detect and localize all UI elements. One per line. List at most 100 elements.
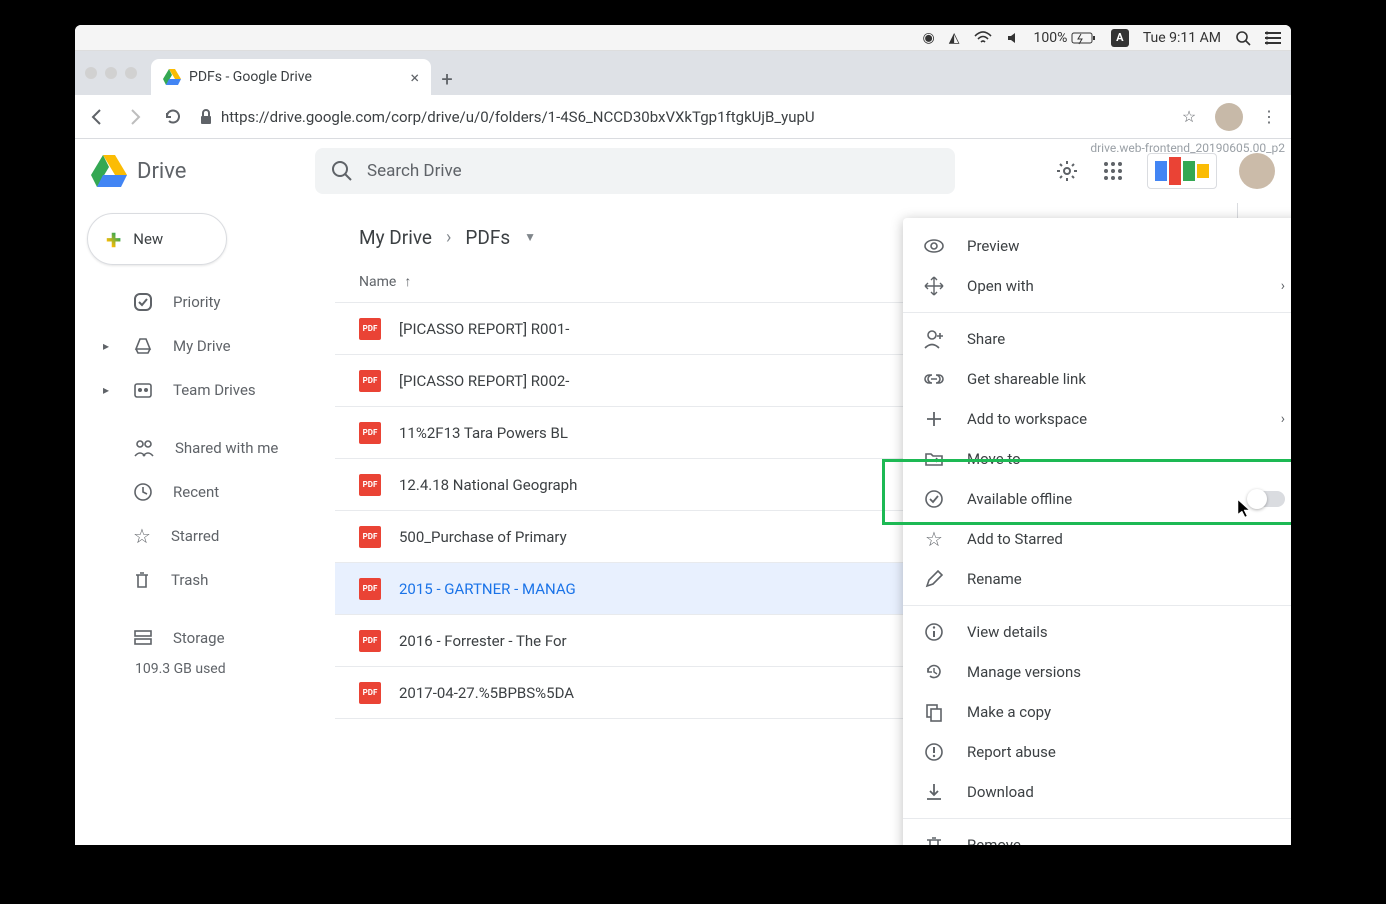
ctx-open-with[interactable]: Open with› xyxy=(903,266,1291,306)
plus-icon xyxy=(923,408,945,430)
storage-used-label: 109.3 GB used xyxy=(87,661,327,677)
person-plus-icon xyxy=(923,328,945,350)
ctx-add-to-workspace[interactable]: Add to workspace› xyxy=(903,399,1291,439)
pdf-icon: PDF xyxy=(359,318,381,340)
build-version-label: drive.web-frontend_20190605.00_p2 xyxy=(1090,141,1285,155)
folder-arrow-icon xyxy=(923,448,945,470)
browser-tab[interactable]: PDFs - Google Drive × xyxy=(151,59,431,95)
priority-icon xyxy=(133,292,153,312)
browser-address-bar: https://drive.google.com/corp/drive/u/0/… xyxy=(75,95,1291,139)
brand-tiles[interactable] xyxy=(1147,153,1217,189)
pdf-icon: PDF xyxy=(359,526,381,548)
forward-button[interactable] xyxy=(123,105,147,129)
star-icon: ☆ xyxy=(923,528,945,550)
dropbox-icon: ◭ xyxy=(949,30,960,46)
new-tab-button[interactable]: + xyxy=(431,63,463,95)
sidebar-item-teamdrives[interactable]: ▸ Team Drives xyxy=(87,369,327,411)
app-name: Drive xyxy=(137,159,186,184)
search-icon xyxy=(331,160,353,182)
browser-menu-icon[interactable]: ⋮ xyxy=(1257,105,1281,129)
ctx-add-to-starred[interactable]: ☆Add to Starred xyxy=(903,519,1291,559)
drive-logo-icon xyxy=(91,155,127,187)
new-button[interactable]: + New xyxy=(87,213,227,265)
offline-toggle[interactable] xyxy=(1249,491,1285,507)
drive-favicon-icon xyxy=(163,69,181,85)
ctx-download[interactable]: Download xyxy=(903,772,1291,812)
storage-icon xyxy=(133,629,153,647)
browser-profile-avatar[interactable] xyxy=(1215,103,1243,131)
mac-menubar: ◉ ◭ 100% A Tue 9:11 AM xyxy=(75,25,1291,51)
check-circle-icon xyxy=(923,488,945,510)
file-name: [PICASSO REPORT] R002- xyxy=(399,372,569,390)
sidebar-item-recent[interactable]: Recent xyxy=(87,471,327,513)
settings-gear-icon[interactable] xyxy=(1055,159,1079,183)
chevron-right-icon: › xyxy=(446,227,451,248)
cursor-icon xyxy=(1237,499,1251,519)
breadcrumb-root[interactable]: My Drive xyxy=(359,226,432,249)
ctx-report-abuse[interactable]: Report abuse xyxy=(903,732,1291,772)
ctx-remove[interactable]: Remove xyxy=(903,825,1291,845)
chevron-right-icon: › xyxy=(1281,278,1285,294)
ctx-view-details[interactable]: View details xyxy=(903,612,1291,652)
pdf-icon: PDF xyxy=(359,630,381,652)
trash-icon xyxy=(923,834,945,845)
reload-button[interactable] xyxy=(161,105,185,129)
ctx-get-shareable-link[interactable]: Get shareable link xyxy=(903,359,1291,399)
ctx-available-offline[interactable]: Available offline xyxy=(903,479,1291,519)
sidebar: + New Priority ▸ My Drive ▸ Team Drives xyxy=(75,203,335,845)
eye-icon xyxy=(923,235,945,257)
bookmark-star-icon[interactable]: ☆ xyxy=(1177,105,1201,129)
sort-arrow-up-icon: ↑ xyxy=(404,273,411,290)
drive-logo[interactable]: Drive xyxy=(91,155,301,187)
history-icon xyxy=(923,661,945,683)
volume-icon xyxy=(1006,31,1020,45)
battery-status: 100% xyxy=(1034,30,1097,46)
lock-icon xyxy=(199,109,213,125)
clock: Tue 9:11 AM xyxy=(1143,30,1221,46)
teamdrives-icon xyxy=(133,380,153,400)
pdf-icon: PDF xyxy=(359,578,381,600)
ctx-share[interactable]: Share xyxy=(903,319,1291,359)
trash-icon xyxy=(133,570,151,590)
sidebar-item-mydrive[interactable]: ▸ My Drive xyxy=(87,325,327,367)
ctx-rename[interactable]: Rename xyxy=(903,559,1291,599)
file-name: 2017-04-27.%5BPBS%5DA xyxy=(399,684,574,702)
sidebar-item-priority[interactable]: Priority xyxy=(87,281,327,323)
menu-list-icon[interactable] xyxy=(1265,31,1281,45)
file-name: 11%2F13 Tara Powers BL xyxy=(399,424,568,442)
context-menu: PreviewOpen with› ShareGet shareable link… xyxy=(903,218,1291,845)
apps-grid-icon[interactable] xyxy=(1101,159,1125,183)
pencil-icon xyxy=(923,568,945,590)
ctx-manage-versions[interactable]: Manage versions xyxy=(903,652,1291,692)
file-name: 2015 - GARTNER - MANAG xyxy=(399,580,576,598)
ctx-move-to[interactable]: Move to xyxy=(903,439,1291,479)
sidebar-item-shared[interactable]: Shared with me xyxy=(87,427,327,469)
pdf-icon: PDF xyxy=(359,682,381,704)
file-name: [PICASSO REPORT] R001- xyxy=(399,320,569,338)
move-arrows-icon xyxy=(923,275,945,297)
browser-tab-strip: PDFs - Google Drive × + xyxy=(75,51,1291,95)
breadcrumb-current[interactable]: PDFs xyxy=(465,226,510,249)
screen-record-icon: ◉ xyxy=(923,30,935,46)
wifi-icon xyxy=(974,31,992,45)
mydrive-icon xyxy=(133,336,153,356)
sidebar-item-storage[interactable]: Storage xyxy=(87,617,327,659)
main-content: My Drive › PDFs ▼ ⋮ Name↑ ed by me xyxy=(335,203,1237,845)
tab-title: PDFs - Google Drive xyxy=(189,69,312,85)
search-placeholder: Search Drive xyxy=(367,161,462,181)
sidebar-item-starred[interactable]: ☆ Starred xyxy=(87,515,327,557)
back-button[interactable] xyxy=(85,105,109,129)
account-avatar[interactable] xyxy=(1239,153,1275,189)
window-traffic-lights[interactable] xyxy=(85,67,137,79)
download-icon xyxy=(923,781,945,803)
search-input[interactable]: Search Drive xyxy=(315,148,955,194)
ctx-make-a-copy[interactable]: Make a copy xyxy=(903,692,1291,732)
sidebar-item-trash[interactable]: Trash xyxy=(87,559,327,601)
breadcrumb-dropdown-icon[interactable]: ▼ xyxy=(524,230,536,244)
spotlight-icon[interactable] xyxy=(1235,30,1251,46)
tab-close-icon[interactable]: × xyxy=(410,68,419,87)
info-icon xyxy=(923,621,945,643)
url-field[interactable]: https://drive.google.com/corp/drive/u/0/… xyxy=(199,108,1163,126)
ctx-preview[interactable]: Preview xyxy=(903,226,1291,266)
app-indicator-icon: A xyxy=(1111,29,1129,47)
